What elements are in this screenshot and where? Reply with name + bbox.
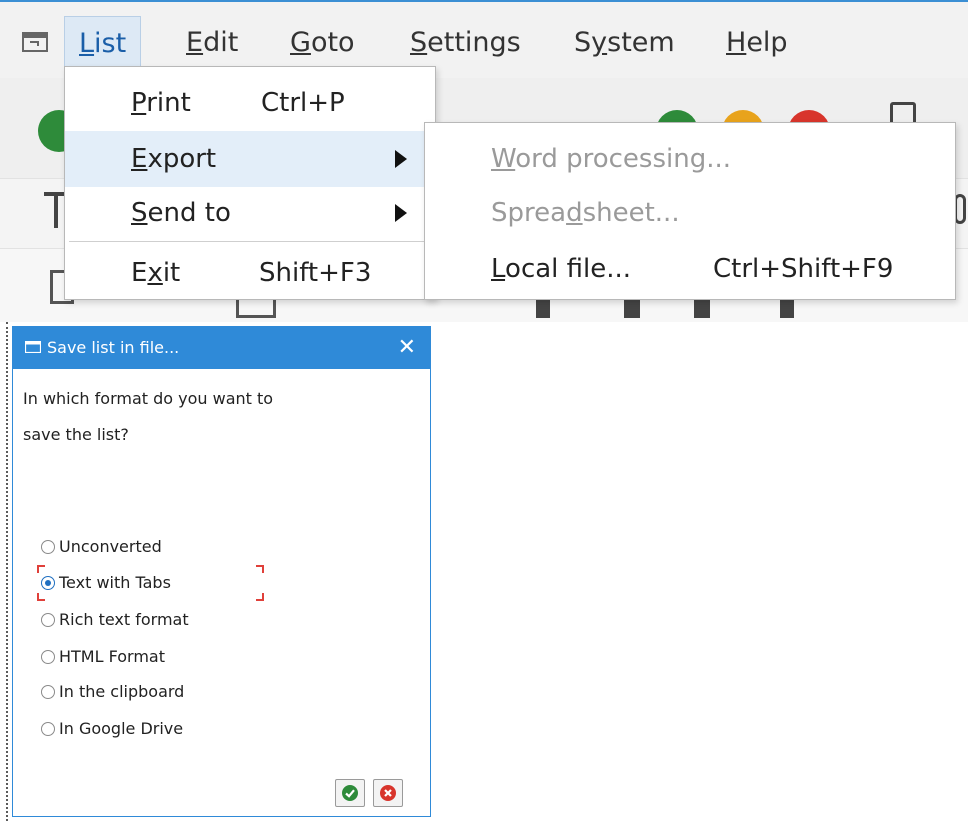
caret-right-icon <box>395 150 407 168</box>
menu-item-send-to[interactable]: Send to <box>65 185 435 241</box>
focus-corner-br <box>256 593 264 601</box>
window-icon[interactable] <box>22 32 48 52</box>
radio-label: Text with Tabs <box>59 573 171 592</box>
window-icon <box>25 341 41 353</box>
menu-edit[interactable]: Edit <box>186 16 238 70</box>
menu-settings[interactable]: Settings <box>410 16 521 70</box>
menu-system-label: stem <box>607 27 675 58</box>
menu-system-prefix: S <box>574 27 592 58</box>
menu-settings-mnemonic: S <box>410 27 428 58</box>
dialog-question-line-2: save the list? <box>23 425 129 444</box>
radio-button[interactable] <box>41 540 55 554</box>
menu-goto[interactable]: Goto <box>290 16 355 70</box>
menu-item-exit[interactable]: Exit Shift+F3 <box>65 245 435 301</box>
focus-corner-bl <box>37 593 45 601</box>
menu-bar: List Edit Goto Settings System Help <box>0 2 968 72</box>
menu-item-print[interactable]: Print Ctrl+P <box>65 75 435 131</box>
menu-edit-mnemonic: E <box>186 27 204 58</box>
radio-button[interactable] <box>41 722 55 736</box>
menu-goto-label: oto <box>310 27 355 58</box>
menu-list-mnemonic: L <box>79 28 95 59</box>
radio-label: Unconverted <box>59 537 162 556</box>
submenu-item-word-processing-label: Word processing... <box>491 144 732 174</box>
menu-edit-label: dit <box>203 27 239 58</box>
cancel-button[interactable] <box>373 779 403 807</box>
menu-goto-mnemonic: G <box>290 27 311 58</box>
radio-button[interactable] <box>41 613 55 627</box>
menu-separator <box>69 241 431 242</box>
focus-corner-tl <box>37 565 45 573</box>
menu-list[interactable]: List <box>64 16 142 70</box>
menu-item-send-to-label: Send to <box>131 198 231 228</box>
save-list-dialog: Save list in file... ✕ In which format d… <box>12 326 431 817</box>
radio-button[interactable] <box>41 685 55 699</box>
menu-help[interactable]: Help <box>726 16 788 70</box>
check-icon <box>342 785 358 801</box>
submenu-item-spreadsheet-label: Spreadsheet... <box>491 198 680 228</box>
menu-list-label: ist <box>94 28 127 59</box>
radio-label: HTML Format <box>59 647 165 666</box>
submenu-item-local-file[interactable]: Local file... Ctrl+Shift+F9 <box>425 241 955 297</box>
menu-system-mnemonic: y <box>591 27 608 58</box>
close-icon[interactable]: ✕ <box>398 327 416 369</box>
submenu-item-local-file-shortcut: Ctrl+Shift+F9 <box>713 254 894 284</box>
menu-item-exit-label: Exit <box>131 258 181 288</box>
list-menu-dropdown: Print Ctrl+P Export Send to Exit Shift+F… <box>64 66 436 300</box>
radio-button[interactable] <box>41 650 55 664</box>
submenu-item-word-processing: Word processing... <box>425 131 955 187</box>
menu-item-print-shortcut: Ctrl+P <box>261 88 345 118</box>
focus-corner-tr <box>256 565 264 573</box>
dialog-question-line-1: In which format do you want to <box>23 389 274 408</box>
menu-system[interactable]: System <box>574 16 675 70</box>
cancel-icon <box>380 785 396 801</box>
menu-help-label: elp <box>746 27 788 58</box>
radio-label: In Google Drive <box>59 719 184 738</box>
dialog-title: Save list in file... <box>47 338 180 357</box>
title-fragment-stem <box>54 192 58 228</box>
confirm-button[interactable] <box>335 779 365 807</box>
menu-help-mnemonic: H <box>726 27 747 58</box>
submenu-item-local-file-label: Local file... <box>491 254 632 284</box>
background-dotted-edge <box>6 322 8 821</box>
radio-label: Rich text format <box>59 610 189 629</box>
dialog-title-bar[interactable]: Save list in file... ✕ <box>13 327 430 369</box>
caret-right-icon <box>395 204 407 222</box>
menu-item-print-label: Print <box>131 88 191 118</box>
export-submenu: Word processing... Spreadsheet... Local … <box>424 122 956 300</box>
menu-item-export[interactable]: Export <box>65 131 435 187</box>
radio-label: In the clipboard <box>59 682 185 701</box>
menu-settings-label: ettings <box>427 27 521 58</box>
radio-button-checked[interactable] <box>41 576 55 590</box>
menu-item-exit-shortcut: Shift+F3 <box>259 258 372 288</box>
sap-window-top: List Edit Goto Settings System Help Prin… <box>0 0 968 322</box>
menu-item-export-label: Export <box>131 144 217 174</box>
submenu-item-spreadsheet: Spreadsheet... <box>425 185 955 241</box>
